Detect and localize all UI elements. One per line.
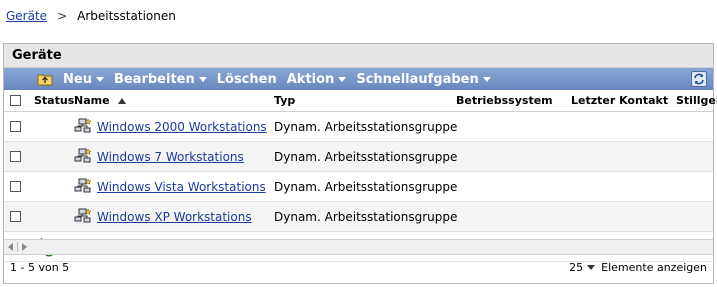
page-size-control: 25 Elemente anzeigen [569, 261, 707, 274]
item-count: 1 - 5 von 5 [10, 261, 70, 274]
breadcrumb-current: Arbeitsstationen [77, 9, 176, 23]
action-menu[interactable]: Aktion [287, 72, 347, 87]
page-size-label: Elemente anzeigen [601, 261, 707, 274]
row-typ: Dynam. Arbeitsstationsgruppe [274, 209, 458, 224]
column-name[interactable]: Name [74, 90, 126, 111]
new-menu-label: Neu [63, 71, 92, 87]
row-typ: Dynam. Arbeitsstationsgruppe [274, 119, 458, 134]
horizontal-scrollbar[interactable] [4, 239, 713, 255]
chevron-down-icon [338, 76, 347, 82]
breadcrumb-separator: > [57, 9, 68, 23]
panel-title: Geräte [4, 44, 713, 68]
table-row: Windows XP Workstations Dynam. Arbeitsst… [4, 202, 713, 232]
row-name-link[interactable]: Windows 2000 Workstations [97, 120, 267, 134]
row-checkbox[interactable] [10, 121, 21, 132]
breadcrumb-link-geraete[interactable]: Geräte [6, 9, 47, 23]
scrollbar-divider [17, 242, 18, 252]
chevron-down-icon [198, 76, 207, 82]
row-name-link[interactable]: Windows Vista Workstations [97, 180, 266, 194]
column-retired[interactable]: Stillgelegt [676, 90, 717, 111]
page-size-select[interactable]: 25 [569, 261, 583, 274]
column-typ[interactable]: Typ [274, 90, 295, 111]
action-menu-label: Aktion [286, 71, 335, 87]
column-status[interactable]: Status [34, 90, 74, 111]
table-header: Status Name Typ Betriebssystem Letzter K… [4, 90, 717, 112]
row-checkbox[interactable] [10, 151, 21, 162]
row-checkbox-cell [10, 172, 21, 201]
dynamic-group-icon [74, 142, 92, 171]
toolbar: Neu Bearbeiten Löschen Aktion Schnellauf… [4, 68, 713, 90]
row-checkbox[interactable] [10, 211, 21, 222]
chevron-down-icon[interactable] [587, 265, 596, 270]
row-name-cell: Windows 7 Workstations [97, 142, 244, 171]
chevron-down-icon [95, 76, 104, 82]
quick-tasks-label: Schnellaufgaben [356, 71, 479, 87]
devices-table: Status Name Typ Betriebssystem Letzter K… [4, 90, 717, 262]
dynamic-group-icon [74, 202, 92, 231]
column-name-label: Name [74, 94, 110, 107]
column-last-contact[interactable]: Letzter Kontakt [571, 90, 668, 111]
table-row: Windows 2000 Workstations Dynam. Arbeits… [4, 112, 713, 142]
quick-tasks-menu[interactable]: Schnellaufgaben [356, 71, 491, 87]
row-typ: Dynam. Arbeitsstationsgruppe [274, 179, 458, 194]
row-name-cell: Windows Vista Workstations [97, 172, 266, 201]
row-name-link[interactable]: Windows 7 Workstations [97, 150, 244, 164]
row-checkbox-cell [10, 202, 21, 231]
refresh-icon[interactable] [691, 71, 707, 87]
row-checkbox-cell [10, 142, 21, 171]
chevron-down-icon [482, 76, 491, 82]
row-name-cell: Windows 2000 Workstations [97, 112, 267, 141]
column-os[interactable]: Betriebssystem [456, 90, 553, 111]
dynamic-group-icon [74, 112, 92, 141]
edit-menu[interactable]: Bearbeiten [114, 72, 207, 87]
row-name-link[interactable]: Windows XP Workstations [97, 210, 252, 224]
table-row: Windows Vista Workstations Dynam. Arbeit… [4, 172, 713, 202]
row-typ: Dynam. Arbeitsstationsgruppe [274, 149, 458, 164]
row-checkbox[interactable] [10, 181, 21, 192]
row-checkbox-cell [10, 112, 21, 141]
select-all-cell [10, 90, 21, 111]
sort-ascending-icon [117, 97, 126, 104]
table-row: Windows 7 Workstations Dynam. Arbeitssta… [4, 142, 713, 172]
row-name-cell: Windows XP Workstations [97, 202, 252, 231]
breadcrumb: Geräte > Arbeitsstationen [6, 8, 176, 24]
scroll-left-icon[interactable] [8, 243, 13, 251]
select-all-checkbox[interactable] [10, 95, 21, 106]
edit-menu-label: Bearbeiten [113, 71, 195, 87]
new-menu[interactable]: Neu [63, 72, 104, 87]
table-footer: 1 - 5 von 5 25 Elemente anzeigen [4, 239, 713, 283]
folder-up-icon[interactable] [37, 72, 53, 86]
delete-button[interactable]: Löschen [217, 72, 277, 87]
dynamic-group-icon [74, 172, 92, 201]
scroll-right-icon[interactable] [22, 243, 27, 251]
devices-panel: Geräte Neu Bearbeiten Löschen Aktion Sch… [3, 43, 717, 284]
